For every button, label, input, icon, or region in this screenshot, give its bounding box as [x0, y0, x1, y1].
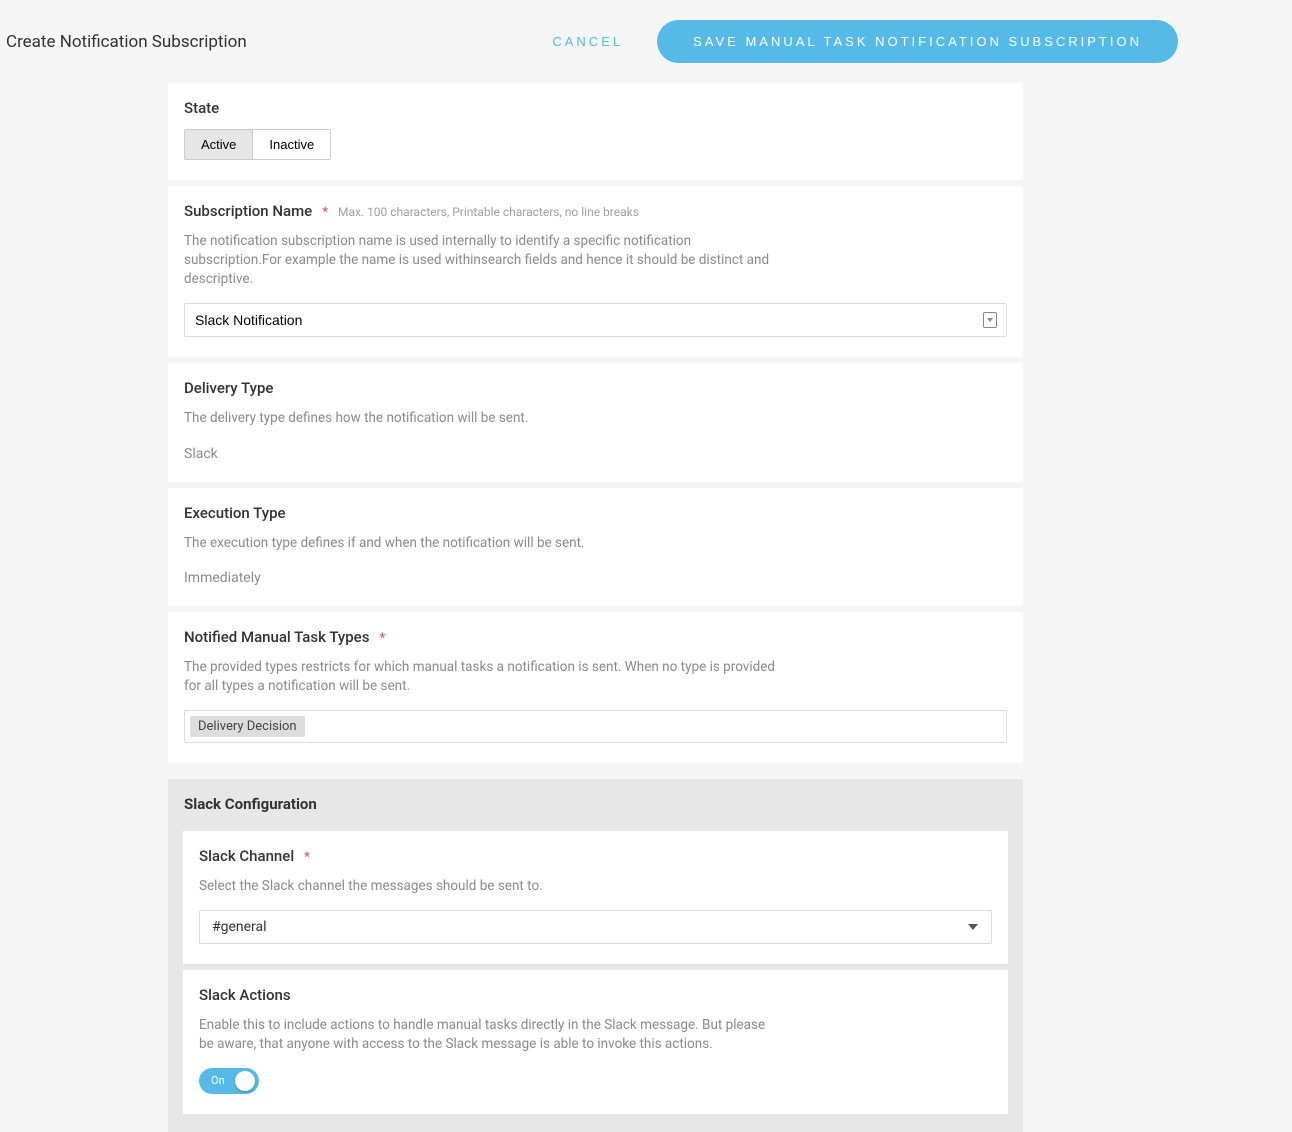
toggle-knob	[235, 1071, 255, 1091]
required-indicator: *	[322, 205, 328, 220]
state-toggle: Active Inactive	[184, 129, 331, 160]
slack-channel-label-text: Slack Channel	[199, 847, 294, 865]
slack-actions-label: Slack Actions	[199, 986, 992, 1004]
delivery-type-desc: The delivery type defines how the notifi…	[184, 409, 777, 428]
subscription-name-hint: Max. 100 characters, Printable character…	[338, 205, 639, 219]
state-option-inactive[interactable]: Inactive	[253, 130, 330, 159]
toggle-label: On	[211, 1074, 225, 1087]
subscription-name-label: Subscription Name * Max. 100 characters,…	[184, 202, 1007, 220]
state-option-active[interactable]: Active	[185, 130, 253, 159]
task-types-label: Notified Manual Task Types *	[184, 628, 1007, 646]
input-contact-icon[interactable]	[983, 312, 997, 328]
subscription-name-desc: The notification subscription name is us…	[184, 232, 777, 289]
required-indicator: *	[379, 631, 385, 646]
slack-section-title: Slack Configuration	[184, 795, 1007, 813]
subscription-name-input[interactable]	[184, 303, 1007, 337]
task-types-label-text: Notified Manual Task Types	[184, 628, 369, 646]
subscription-name-card: Subscription Name * Max. 100 characters,…	[168, 186, 1023, 357]
state-card: State Active Inactive	[168, 83, 1023, 180]
slack-channel-desc: Select the Slack channel the messages sh…	[199, 877, 770, 896]
slack-channel-label: Slack Channel *	[199, 847, 992, 865]
page-title: Create Notification Subscription	[6, 32, 247, 52]
cancel-button[interactable]: CANCEL	[546, 33, 629, 50]
task-types-card: Notified Manual Task Types * The provide…	[168, 612, 1023, 763]
task-type-chip[interactable]: Delivery Decision	[190, 716, 305, 737]
execution-type-label: Execution Type	[184, 504, 1007, 522]
save-button[interactable]: SAVE MANUAL TASK NOTIFICATION SUBSCRIPTI…	[657, 20, 1178, 63]
state-label: State	[184, 99, 1007, 117]
task-types-input[interactable]: Delivery Decision	[184, 710, 1007, 743]
delivery-type-label: Delivery Type	[184, 379, 1007, 397]
delivery-type-card: Delivery Type The delivery type defines …	[168, 363, 1023, 482]
slack-actions-toggle[interactable]: On	[199, 1068, 259, 1094]
task-types-desc: The provided types restricts for which m…	[184, 658, 777, 696]
subscription-name-label-text: Subscription Name	[184, 202, 312, 220]
required-indicator: *	[304, 850, 310, 865]
slack-config-section: Slack Configuration Slack Channel * Sele…	[168, 779, 1023, 1132]
execution-type-value: Immediately	[184, 570, 1007, 586]
slack-actions-desc: Enable this to include actions to handle…	[199, 1016, 770, 1054]
slack-channel-card: Slack Channel * Select the Slack channel…	[183, 831, 1008, 964]
slack-channel-select[interactable]: #general	[199, 910, 992, 944]
execution-type-card: Execution Type The execution type define…	[168, 488, 1023, 607]
execution-type-desc: The execution type defines if and when t…	[184, 534, 777, 553]
delivery-type-value: Slack	[184, 446, 1007, 462]
slack-actions-card: Slack Actions Enable this to include act…	[183, 970, 1008, 1114]
page-header: Create Notification Subscription CANCEL …	[0, 0, 1178, 83]
